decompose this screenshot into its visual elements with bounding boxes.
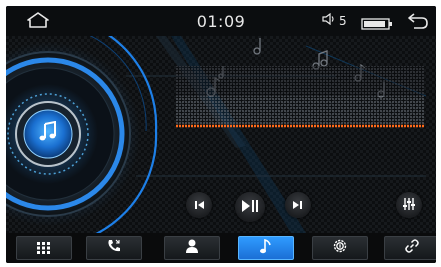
- music-note-icon: [37, 120, 59, 147]
- volume-indicator[interactable]: 5: [322, 12, 347, 28]
- bottom-nav: [6, 233, 436, 263]
- next-track-icon: [292, 196, 304, 215]
- equalizer-icon: [402, 196, 416, 215]
- play-pause-button[interactable]: [235, 192, 265, 222]
- next-track-button[interactable]: [285, 192, 311, 218]
- device-frame: 01:09 5: [0, 0, 441, 267]
- spectrum-visualizer: [176, 66, 424, 128]
- grid-icon: [37, 239, 51, 258]
- tab-link[interactable]: [384, 236, 436, 260]
- phone-icon: [106, 238, 122, 258]
- speaker-icon: [322, 12, 336, 28]
- battery-icon: [361, 15, 393, 34]
- link-icon: [404, 238, 420, 258]
- status-bar: 01:09 5: [6, 6, 436, 36]
- previous-track-icon: [193, 196, 205, 215]
- gear-icon: [332, 238, 348, 258]
- play-pause-icon: [241, 198, 259, 217]
- back-icon[interactable]: [406, 12, 430, 34]
- music-note-icon: [259, 238, 273, 258]
- previous-track-button[interactable]: [186, 192, 212, 218]
- tab-settings[interactable]: [312, 236, 368, 260]
- person-icon: [185, 238, 199, 258]
- album-art-button[interactable]: [26, 112, 70, 156]
- equalizer-button[interactable]: [396, 192, 422, 218]
- tab-contacts[interactable]: [164, 236, 220, 260]
- tab-music[interactable]: [238, 236, 294, 260]
- tab-apps[interactable]: [16, 236, 72, 260]
- music-player-area: [6, 36, 436, 233]
- head-unit-screen: 01:09 5: [6, 6, 436, 263]
- volume-level: 5: [339, 13, 347, 28]
- tab-phone[interactable]: [86, 236, 142, 260]
